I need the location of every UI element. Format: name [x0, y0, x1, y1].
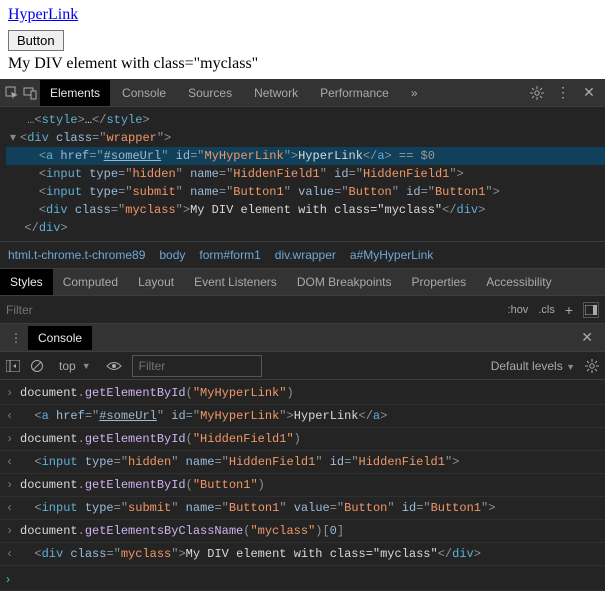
console-input-line: ›document.getElementsByClassName("myclas… [0, 520, 605, 543]
subtab-computed[interactable]: Computed [53, 269, 128, 295]
console-toolbar: top▼ Default levels ▼ [0, 352, 605, 380]
crumb[interactable]: a#MyHyperLink [350, 248, 433, 262]
console-output-line: ‹ <a href="#someUrl" id="MyHyperLink">Hy… [0, 405, 605, 428]
elements-dom-tree[interactable]: …<style>…</style> ▾<div class="wrapper">… [0, 107, 605, 241]
device-toggle-icon[interactable] [22, 85, 38, 101]
page-div-myclass: My DIV element with class="myclass" [8, 55, 597, 73]
kebab-icon[interactable]: ⋮ [555, 85, 571, 101]
crumb[interactable]: div.wrapper [275, 248, 336, 262]
console-input-line: ›document.getElementById("MyHyperLink") [0, 382, 605, 405]
page-button[interactable]: Button [8, 30, 64, 51]
styles-filter-input[interactable] [6, 303, 498, 317]
toggle-sidebar-icon[interactable] [583, 302, 599, 318]
crumb[interactable]: html.t-chrome.t-chrome89 [8, 248, 145, 262]
new-style-rule-icon[interactable]: + [565, 302, 573, 318]
console-drawer: ⋮ Console ✕ top▼ Default levels ▼ ›docum… [0, 324, 605, 591]
console-settings-icon[interactable] [585, 359, 599, 373]
console-context-select[interactable]: top▼ [54, 356, 96, 376]
gear-icon[interactable] [529, 85, 545, 101]
page-hyperlink[interactable]: HyperLink [8, 6, 78, 23]
subtab-styles[interactable]: Styles [0, 269, 53, 295]
log-levels-select[interactable]: Default levels ▼ [491, 359, 575, 373]
tab-network[interactable]: Network [244, 80, 308, 106]
styles-filter-row: :hov .cls + [0, 296, 605, 324]
eye-icon[interactable] [106, 360, 122, 372]
tab-console[interactable]: Console [112, 80, 176, 106]
subtab-dom-breakpoints[interactable]: DOM Breakpoints [287, 269, 402, 295]
subtab-event-listeners[interactable]: Event Listeners [184, 269, 287, 295]
tab-more[interactable]: » [401, 80, 428, 106]
subtab-layout[interactable]: Layout [128, 269, 184, 295]
tab-sources[interactable]: Sources [178, 80, 242, 106]
drawer-kebab-icon[interactable]: ⋮ [4, 331, 28, 345]
console-input-line: ›document.getElementById("HiddenField1") [0, 428, 605, 451]
console-prompt[interactable]: › [0, 568, 605, 591]
console-output-line: ‹ <input type="submit" name="Button1" va… [0, 497, 605, 520]
rendered-page: HyperLink Button My DIV element with cla… [0, 0, 605, 79]
drawer-tab-console[interactable]: Console [28, 326, 92, 350]
console-output-line: ‹ <div class="myclass">My DIV element wi… [0, 543, 605, 566]
crumb[interactable]: body [159, 248, 185, 262]
selected-element[interactable]: <a href="#someUrl" id="MyHyperLink">Hype… [6, 147, 605, 165]
subtab-properties[interactable]: Properties [402, 269, 477, 295]
drawer-close-icon[interactable]: ✕ [573, 329, 601, 346]
breadcrumb[interactable]: html.t-chrome.t-chrome89 body form#form1… [0, 241, 605, 268]
styles-subtabs: Styles Computed Layout Event Listeners D… [0, 268, 605, 296]
console-body[interactable]: ›document.getElementById("MyHyperLink")‹… [0, 380, 605, 568]
devtools: Elements Console Sources Network Perform… [0, 79, 605, 591]
hov-toggle[interactable]: :hov [508, 304, 529, 316]
tab-elements[interactable]: Elements [40, 80, 110, 106]
crumb[interactable]: form#form1 [199, 248, 260, 262]
console-output-line: ‹ <input type="hidden" name="HiddenField… [0, 451, 605, 474]
inspect-icon[interactable] [4, 85, 20, 101]
clear-console-icon[interactable] [30, 359, 44, 373]
console-filter-input[interactable] [132, 355, 262, 377]
subtab-accessibility[interactable]: Accessibility [476, 269, 561, 295]
close-icon[interactable]: ✕ [581, 85, 597, 101]
cls-toggle[interactable]: .cls [538, 304, 555, 316]
console-sidebar-toggle-icon[interactable] [6, 360, 20, 372]
devtools-tabbar: Elements Console Sources Network Perform… [0, 79, 605, 107]
tab-performance[interactable]: Performance [310, 80, 399, 106]
console-input-line: ›document.getElementById("Button1") [0, 474, 605, 497]
drawer-tabbar: ⋮ Console ✕ [0, 324, 605, 352]
